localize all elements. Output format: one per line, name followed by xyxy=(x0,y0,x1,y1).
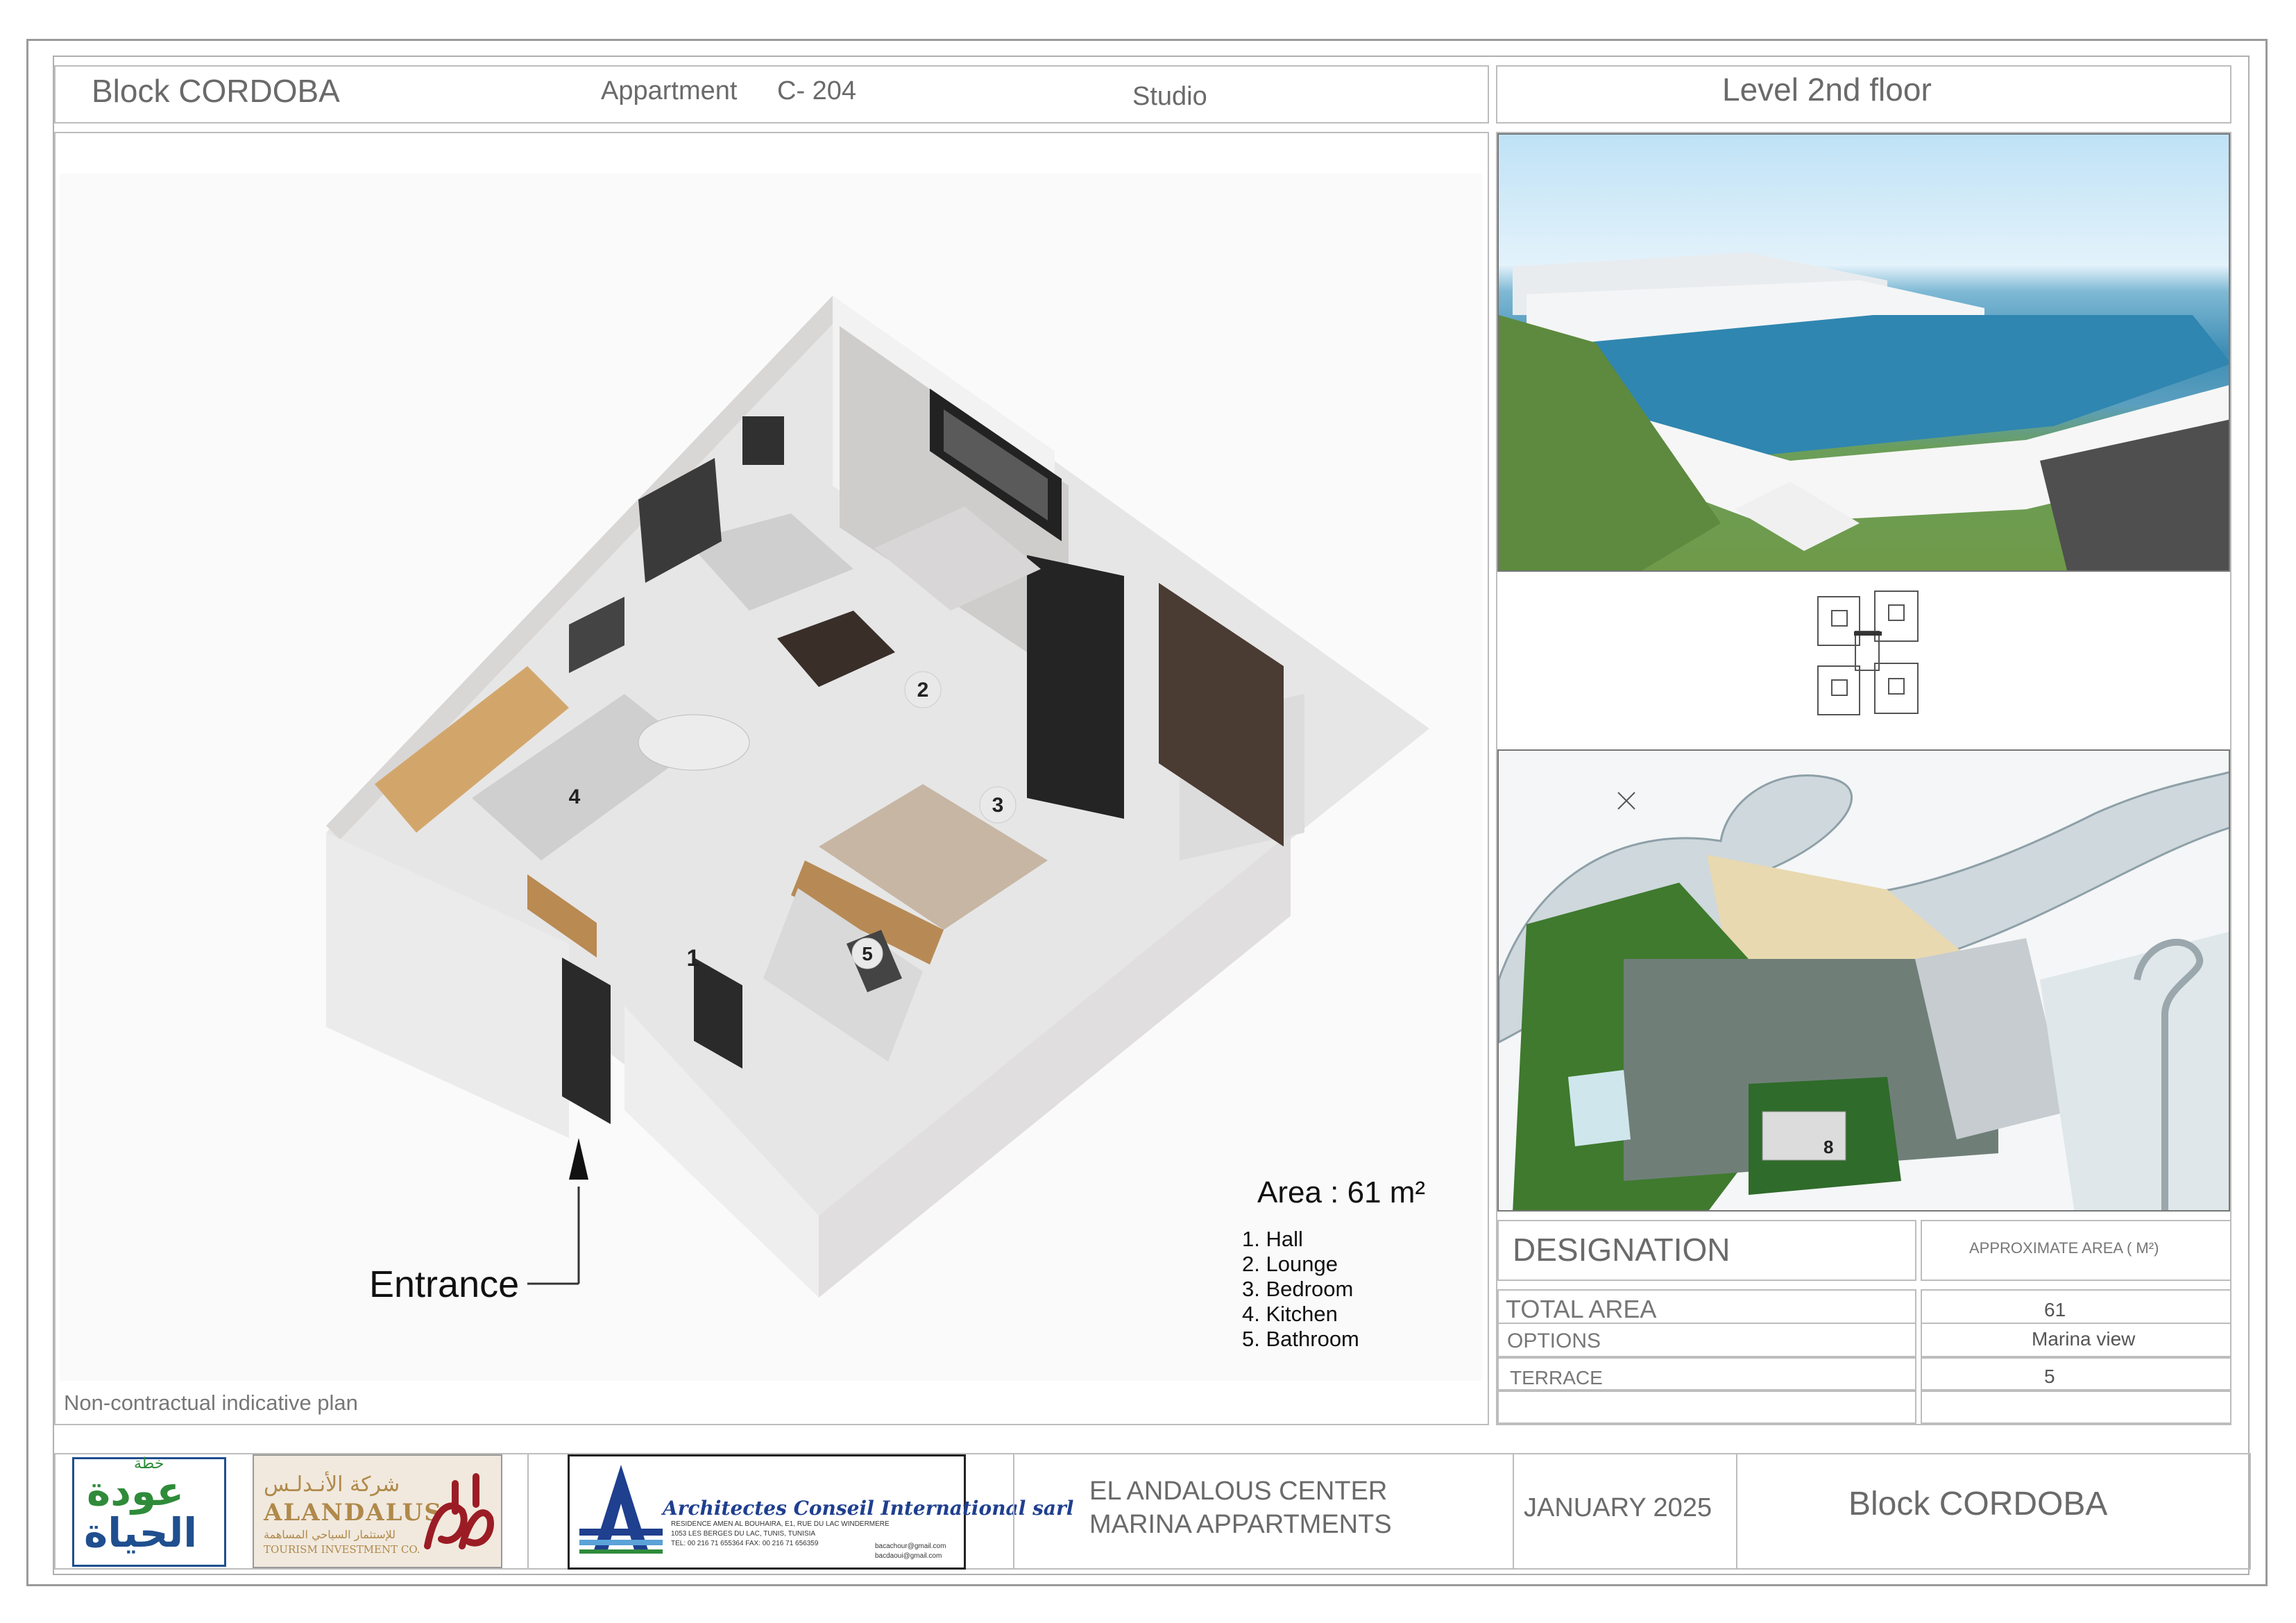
legend-item-bedroom: 3. Bedroom xyxy=(1242,1277,1354,1301)
entrance-door xyxy=(562,958,611,1124)
architect-email2: bacdaoui@gmail.com xyxy=(875,1552,942,1560)
wall-art-1 xyxy=(742,416,784,465)
room-num-2: 2 xyxy=(917,679,929,702)
logo2-calligraphy-icon xyxy=(424,1473,494,1549)
site-marker-8: 8 xyxy=(1823,1137,1833,1157)
footer-divider-3 xyxy=(1513,1453,1514,1570)
logo-architectes: Architectes Conseil International sarl R… xyxy=(568,1454,1073,1570)
table-row-options-value: Marina view xyxy=(2032,1328,2136,1350)
compass-icon xyxy=(1617,792,1635,810)
architect-email1: bacachour@gmail.com xyxy=(875,1543,946,1550)
legend-item-hall: 1. Hall xyxy=(1242,1227,1303,1251)
footer-divider-4 xyxy=(1736,1453,1737,1570)
disclaimer: Non-contractual indicative plan xyxy=(64,1391,358,1415)
entrance-arrow-icon xyxy=(569,1138,588,1180)
logo-awdat-alhayat: خطة عودة الحياة xyxy=(72,1455,226,1567)
logo1-line2: الحياة xyxy=(84,1509,198,1556)
table-designation: DESIGNATION xyxy=(1513,1232,1730,1268)
architect-a-logo-icon xyxy=(579,1465,663,1554)
marina-rendering xyxy=(1497,133,2230,572)
project-line2: MARINA APPARTMENTS xyxy=(1089,1510,1392,1539)
room-num-5: 5 xyxy=(862,943,873,965)
room-num-1: 1 xyxy=(687,945,700,971)
room-legend: 1. Hall 2. Lounge 3. Bedroom 4. Kitchen … xyxy=(1242,1227,1359,1352)
entrance-label: Entrance xyxy=(369,1264,520,1305)
legend-item-lounge: 2. Lounge xyxy=(1242,1252,1338,1276)
footer-block: Block CORDOBA xyxy=(1848,1486,2108,1522)
footer-divider-2 xyxy=(1013,1453,1014,1570)
table-row-terrace-value: 5 xyxy=(2044,1366,2055,1387)
logo-alandalus: شركة الأنـدلـس ALANDALUS للإستثمار السيا… xyxy=(253,1454,502,1568)
table-row-terrace-label: TERRACE xyxy=(1510,1367,1603,1388)
logo2-name: ALANDALUS xyxy=(264,1499,443,1527)
site-pool xyxy=(1568,1070,1631,1146)
dining-table xyxy=(638,714,750,771)
logo2-arabic: شركة الأنـدلـس xyxy=(264,1472,400,1497)
site-plan-art: 8 xyxy=(1499,771,2229,1210)
room-num-4: 4 xyxy=(569,785,581,808)
legend-item-kitchen: 4. Kitchen xyxy=(1242,1302,1338,1326)
architect-addr1: RESIDENCE AMEN AL BOUHAIRA, E1, RUE DU L… xyxy=(671,1520,890,1528)
architect-tel: TEL: 00 216 71 655364 FAX: 00 216 71 656… xyxy=(671,1540,819,1547)
table-row-empty-label-cell xyxy=(1497,1391,1916,1424)
site-plan: 8 xyxy=(1497,749,2230,1212)
area-label: Area : 61 m² xyxy=(1257,1175,1426,1209)
table-row-total-label: TOTAL AREA xyxy=(1506,1295,1657,1323)
table-area-header: APPROXIMATE AREA ( M²) xyxy=(1969,1239,2159,1257)
logo2-sub: TOURISM INVESTMENT CO. xyxy=(264,1543,420,1556)
table-row-total-value-cell xyxy=(1921,1289,2231,1324)
table-row-terrace-value-cell xyxy=(1921,1357,2231,1391)
project-line1: EL ANDALOUS CENTER xyxy=(1089,1477,1388,1506)
logo2-sub-arabic: للإستثمار السياحي المساهمة xyxy=(264,1528,396,1541)
key-plan xyxy=(1817,590,1919,715)
architect-addr2: 1053 LES BERGES DU LAC, TUNIS, TUNISIA xyxy=(671,1530,816,1538)
table-row-options-label: OPTIONS xyxy=(1507,1329,1601,1352)
balcony-door xyxy=(1027,555,1124,819)
marina-rendering-art xyxy=(1499,253,2229,570)
table-row-total-value: 61 xyxy=(2044,1299,2066,1320)
legend-item-bathroom: 5. Bathroom xyxy=(1242,1327,1359,1351)
room-num-3: 3 xyxy=(992,794,1004,817)
footer-divider-1 xyxy=(527,1453,529,1570)
footer-date: JANUARY 2025 xyxy=(1524,1493,1712,1522)
logo1-line1: عودة xyxy=(87,1468,184,1515)
architect-name: Architectes Conseil International sarl xyxy=(663,1497,1074,1520)
table-row-empty-value-cell xyxy=(1921,1391,2231,1424)
